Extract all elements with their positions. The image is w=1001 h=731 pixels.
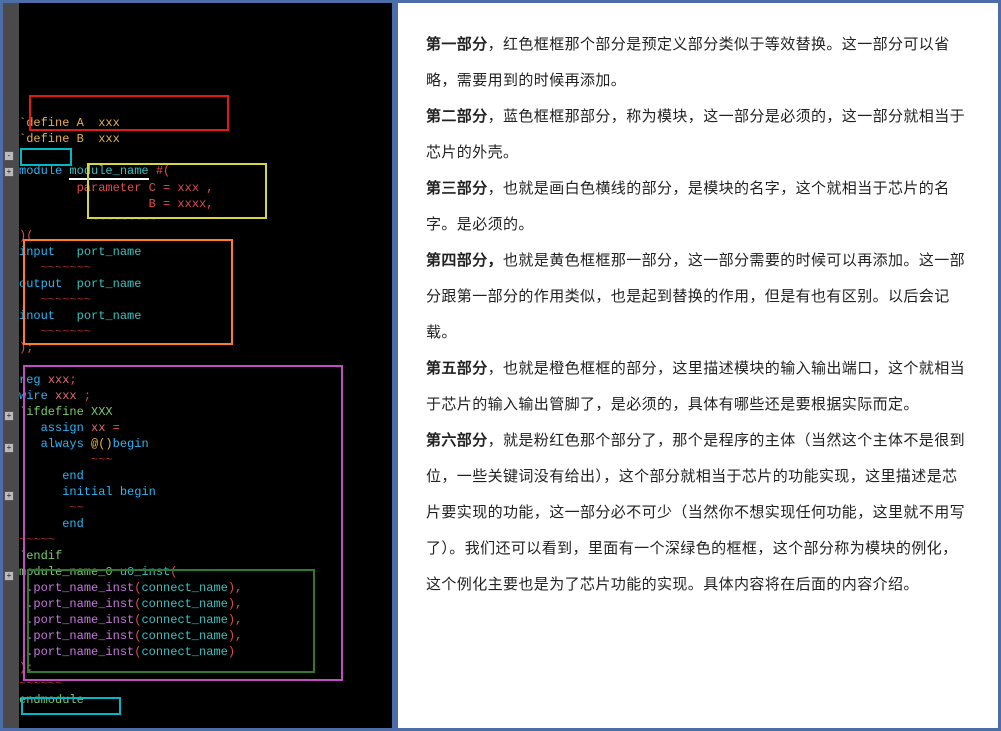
- end-2: end: [19, 517, 84, 531]
- define-line-b: `define B xxx: [19, 132, 120, 146]
- endif-line: `endif: [19, 549, 62, 563]
- fold-marker[interactable]: +: [4, 443, 14, 453]
- tilde-row: ~~~: [19, 453, 113, 467]
- para-3: 第三部分，也就是画白色横线的部分，是模块的名字，这个就相当于芯片的名字。是必须的…: [426, 171, 970, 243]
- para-2-body: ，蓝色框框那部分，称为模块，这一部分是必须的，这一部分就相当于芯片的外壳。: [426, 108, 965, 161]
- define-line-a: `define A xxx: [19, 116, 120, 130]
- close-paren-1: )(: [19, 229, 33, 243]
- para-6-body: ，就是粉红色那个部分了，那个是程序的主体（当然这个主体不是很到位，一些关键词没有…: [426, 432, 965, 593]
- para-1-body: ，红色框框那个部分是预定义部分类似于等效替换。这一部分可以省略，需要用到的时候再…: [426, 36, 950, 89]
- param-line-2: B = xxxx,: [77, 197, 214, 211]
- explanation-pane: 第一部分，红色框框那个部分是预定义部分类似于等效替换。这一部分可以省略，需要用到…: [395, 0, 1001, 731]
- tilde-row: ~~~~~~~: [19, 293, 91, 307]
- param-line-1: parameter C = xxx ,: [77, 181, 214, 195]
- para-5: 第五部分，也就是橙色框框的部分，这里描述模块的输入输出端口，这个就相当于芯片的输…: [426, 351, 970, 423]
- para-5-title: 第五部分: [426, 360, 488, 377]
- inst-head: module_name_0: [19, 565, 113, 579]
- fold-marker[interactable]: +: [4, 411, 14, 421]
- hash-paren: #(: [156, 164, 170, 178]
- para-5-body: ，也就是橙色框框的部分，这里描述模块的输入输出端口，这个就相当于芯片的输入输出管…: [426, 360, 965, 413]
- code-editor-pane: - + + + + + `define A xxx `define B xxx …: [0, 0, 395, 731]
- module-name: module_name: [69, 164, 148, 178]
- para-3-title: 第三部分: [426, 180, 488, 197]
- fold-marker[interactable]: +: [4, 167, 14, 177]
- close-paren-2: );: [19, 341, 33, 355]
- para-4-title: 第四部分，: [426, 252, 503, 269]
- end-1: end: [19, 469, 84, 483]
- para-2: 第二部分，蓝色框框那部分，称为模块，这一部分是必须的，这一部分就相当于芯片的外壳…: [426, 99, 970, 171]
- para-6: 第六部分，就是粉红色那个部分了，那个是程序的主体（当然这个主体不是很到位，一些关…: [426, 423, 970, 603]
- code-block: `define A xxx `define B xxx module modul…: [19, 99, 388, 724]
- tilde-row: ~~~~~~~~~: [19, 213, 156, 227]
- para-1: 第一部分，红色框框那个部分是预定义部分类似于等效替换。这一部分可以省略，需要用到…: [426, 27, 970, 99]
- inst-close: );: [19, 661, 33, 675]
- para-4-body: 也就是黄色框框那一部分，这一部分需要的时候可以再添加。这一部分跟第一部分的作用类…: [426, 252, 965, 341]
- editor-gutter: [3, 3, 19, 728]
- para-2-title: 第二部分: [426, 108, 488, 125]
- tilde-row: ~~~~~~~: [19, 261, 91, 275]
- tilde-row: ~~~~~: [19, 533, 55, 547]
- para-4: 第四部分，也就是黄色框框那一部分，这一部分需要的时候可以再添加。这一部分跟第一部…: [426, 243, 970, 351]
- endmodule-line: endmodule: [19, 693, 84, 707]
- tilde-row: ~~~~~~~: [19, 325, 91, 339]
- para-3-body: ，也就是画白色横线的部分，是模块的名字，这个就相当于芯片的名字。是必须的。: [426, 180, 950, 233]
- kw-module: module: [19, 164, 62, 178]
- fold-marker[interactable]: -: [4, 151, 14, 161]
- fold-marker[interactable]: +: [4, 571, 14, 581]
- para-6-title: 第六部分: [426, 432, 488, 449]
- fold-marker[interactable]: +: [4, 491, 14, 501]
- ifdef-line: `ifdefine XXX: [19, 405, 113, 419]
- para-1-title: 第一部分: [426, 36, 488, 53]
